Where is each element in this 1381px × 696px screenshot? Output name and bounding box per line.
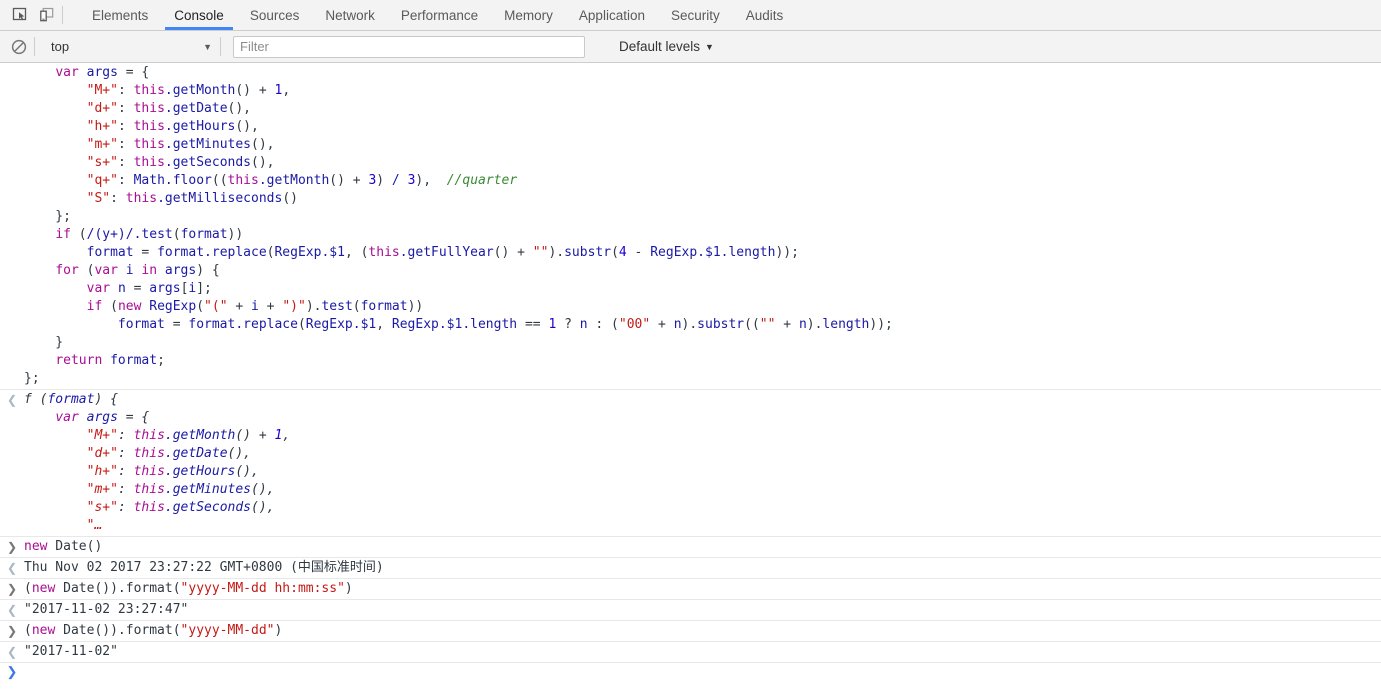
input-expression: (new Date()).format("yyyy-MM-dd hh:mm:ss…	[24, 581, 353, 596]
tab-label: Network	[325, 7, 375, 23]
tab-memory[interactable]: Memory	[491, 0, 566, 30]
tab-elements[interactable]: Elements	[79, 0, 161, 30]
output-marker-icon: ❮	[6, 603, 18, 617]
filter-input[interactable]	[233, 35, 585, 58]
toolbar-divider	[220, 37, 221, 56]
console-source-entry[interactable]: var args = { "M+": this.getMonth() + 1, …	[0, 63, 1381, 390]
execution-context-value: top	[51, 39, 70, 54]
device-toolbar-icon[interactable]	[33, 2, 60, 28]
console-toolbar: top ▼ Default levels ▼	[0, 31, 1381, 63]
output-value: "2017-11-02 23:27:47"	[24, 602, 189, 617]
tab-label: Security	[670, 7, 720, 23]
output-marker-icon: ❮	[6, 645, 18, 659]
inspect-element-icon[interactable]	[6, 2, 33, 28]
toolbar-divider	[34, 37, 35, 56]
prompt-marker-icon: ❯	[6, 664, 18, 679]
console-output-entry[interactable]: ❮ Thu Nov 02 2017 23:27:22 GMT+0800 (中国标…	[0, 558, 1381, 579]
input-marker-icon: ❯	[6, 624, 18, 638]
toolbar-divider	[62, 6, 63, 24]
panel-tabs: Elements Console Sources Network Perform…	[79, 0, 796, 30]
log-levels-label: Default levels	[619, 39, 701, 54]
source-code-block: var args = { "M+": this.getMonth() + 1, …	[24, 65, 893, 386]
devtools-tabbar: Elements Console Sources Network Perform…	[0, 0, 1381, 31]
tab-label: Audits	[745, 7, 784, 23]
output-value: "2017-11-02"	[24, 644, 118, 659]
tab-console[interactable]: Console	[161, 0, 237, 30]
tab-application[interactable]: Application	[566, 0, 658, 30]
tab-label: Sources	[249, 7, 300, 23]
console-result-function-entry[interactable]: ❮ f (format) { var args = { "M+": this.g…	[0, 390, 1381, 537]
console-prompt[interactable]: ❯	[0, 663, 1381, 683]
output-marker-icon: ❮	[6, 561, 18, 575]
console-input-entry[interactable]: ❯ (new Date()).format("yyyy-MM-dd hh:mm:…	[0, 579, 1381, 600]
execution-context-select[interactable]: top ▼	[43, 36, 218, 57]
output-marker-icon: ❮	[6, 393, 18, 407]
log-levels-select[interactable]: Default levels ▼	[619, 39, 714, 54]
clear-console-icon[interactable]	[6, 34, 32, 60]
chevron-down-icon: ▼	[203, 41, 212, 52]
tab-label: Memory	[504, 7, 553, 23]
console-message-list[interactable]: var args = { "M+": this.getMonth() + 1, …	[0, 63, 1381, 696]
tab-network[interactable]: Network	[312, 0, 388, 30]
input-marker-icon: ❯	[6, 540, 18, 554]
input-marker-icon: ❯	[6, 582, 18, 596]
tab-audits[interactable]: Audits	[733, 0, 797, 30]
output-value: Thu Nov 02 2017 23:27:22 GMT+0800 (中国标准时…	[24, 560, 384, 575]
console-output-entry[interactable]: ❮ "2017-11-02 23:27:47"	[0, 600, 1381, 621]
chevron-down-icon: ▼	[705, 41, 714, 52]
console-prompt-input[interactable]	[0, 664, 1381, 682]
tab-performance[interactable]: Performance	[388, 0, 491, 30]
tab-label: Console	[174, 7, 224, 23]
console-input-entry[interactable]: ❯ new Date()	[0, 537, 1381, 558]
tab-label: Application	[578, 7, 645, 23]
console-input-entry[interactable]: ❯ (new Date()).format("yyyy-MM-dd")	[0, 621, 1381, 642]
input-expression: (new Date()).format("yyyy-MM-dd")	[24, 623, 283, 638]
result-function-block: f (format) { var args = { "M+": this.get…	[24, 392, 291, 533]
tab-sources[interactable]: Sources	[237, 0, 313, 30]
tab-label: Performance	[400, 7, 479, 23]
console-output-entry[interactable]: ❮ "2017-11-02"	[0, 642, 1381, 663]
toolbar-icons	[0, 0, 69, 30]
tab-security[interactable]: Security	[658, 0, 733, 30]
input-expression: new Date()	[24, 539, 103, 554]
tab-label: Elements	[92, 7, 149, 23]
